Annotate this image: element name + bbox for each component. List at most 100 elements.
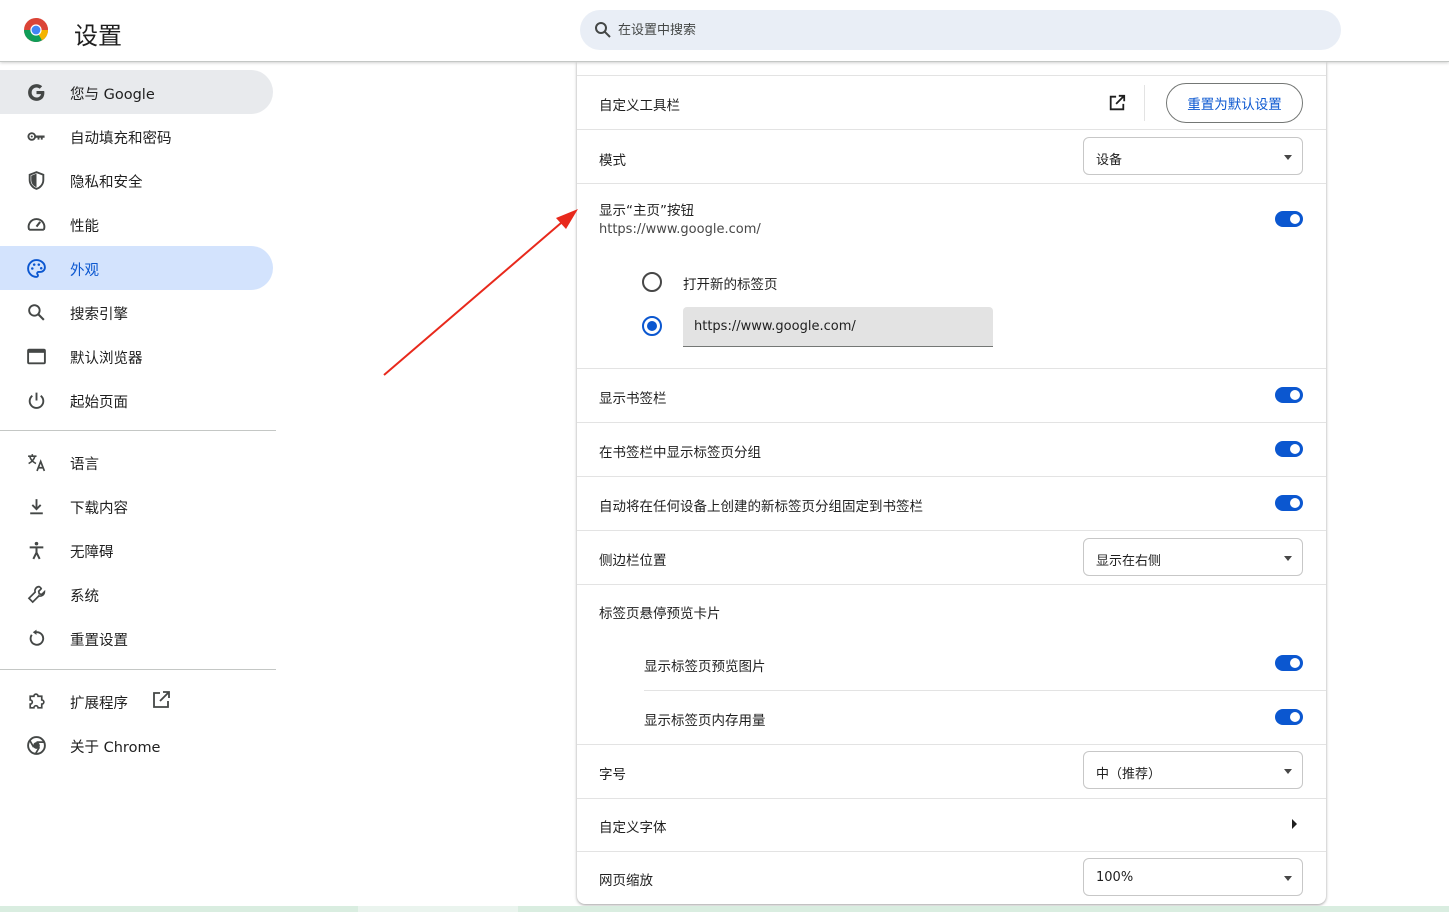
bottom-strip [0,906,1449,912]
key-icon [27,132,45,141]
search-input[interactable] [618,22,1298,38]
sidebar-item-label: 隐私和安全 [70,175,143,191]
sidebar-item-label: 起始页面 [70,395,128,411]
chevron-right-icon [1292,819,1297,829]
font-size-row: 字号 中（推荐） [577,745,1326,799]
reset-icon [29,629,45,646]
sidebar-item-label: 您与 Google [70,87,155,103]
tab-groups-bookmarks-row[interactable]: 在书签栏中显示标签页分组 [577,423,1326,477]
font-size-select-value: 中（推荐） [1096,767,1162,782]
hover-card-section: 标签页悬停预览卡片 显示标签页预览图片 显示标签页内存用量 [577,585,1326,745]
page-zoom-select[interactable]: 100% [1083,858,1303,896]
tab-groups-bookmarks-toggle[interactable] [1275,441,1303,457]
side-panel-select-value: 显示在右侧 [1096,554,1162,569]
sidebar-item-label: 扩展程序 [70,696,128,712]
bookmarks-bar-row[interactable]: 显示书签栏 [577,369,1326,423]
custom-fonts-label: 自定义字体 [599,820,667,836]
preview-image-label: 显示标签页预览图片 [644,659,766,675]
sidebar-item-on-startup[interactable]: 起始页面 [0,378,273,422]
hover-card-label: 标签页悬停预览卡片 [599,606,721,622]
chrome-icon [27,736,46,755]
auto-pin-tab-groups-row[interactable]: 自动将在任何设备上创建的新标签页分组固定到书签栏 [577,477,1326,531]
page-title: 设置 [74,22,122,50]
tab-groups-bookmarks-label: 在书签栏中显示标签页分组 [599,445,761,461]
open-in-new-icon [153,691,170,708]
sidebar: 您与 Google 自动填充和密码 隐私和安全 性能 外观 搜索引擎 默认浏览器… [0,62,276,912]
home-button-section: 显示“主页”按钮 https://www.google.com/ 打开新的标签页… [577,184,1326,368]
mode-label: 模式 [599,153,626,169]
sidebar-divider [0,430,276,431]
sidebar-item-performance[interactable]: 性能 [0,202,273,246]
customize-toolbar-label: 自定义工具栏 [599,98,680,114]
mode-row: 模式 设备 [577,130,1326,184]
row-divider [644,690,1326,691]
browser-window-icon [27,348,46,365]
sidebar-item-privacy[interactable]: 隐私和安全 [0,158,273,202]
caret-down-icon [1284,876,1292,881]
sidebar-item-label: 下载内容 [70,501,128,517]
chrome-logo-icon [23,18,48,43]
sidebar-item-appearance[interactable]: 外观 [0,246,273,290]
sidebar-item-search-engine[interactable]: 搜索引擎 [0,290,273,334]
sidebar-item-label: 外观 [70,263,99,279]
auto-pin-tab-groups-toggle[interactable] [1275,495,1303,511]
search-icon [595,22,611,38]
sidebar-item-reset[interactable]: 重置设置 [0,616,273,660]
font-size-select[interactable]: 中（推荐） [1083,751,1303,789]
sidebar-item-label: 性能 [70,219,99,235]
home-button-label: 显示“主页”按钮 [599,203,694,219]
caret-down-icon [1284,769,1292,774]
vertical-separator [1144,85,1145,121]
shield-icon [28,171,45,190]
search-icon [28,304,45,321]
appearance-settings-card: 自定义工具栏 重置为默认设置 模式 设备 显示“主页”按钮 https://ww… [577,62,1326,904]
new-tab-radio[interactable] [642,272,662,292]
speedometer-icon [27,218,46,231]
mode-select-value: 设备 [1096,153,1123,168]
sidebar-item-label: 无障碍 [70,545,114,561]
memory-usage-toggle[interactable] [1275,709,1303,725]
custom-fonts-row[interactable]: 自定义字体 [577,799,1326,851]
sidebar-divider [0,669,276,670]
sidebar-item-languages[interactable]: 语言 [0,440,273,484]
sidebar-item-autofill[interactable]: 自动填充和密码 [0,114,273,158]
download-icon [30,499,43,515]
bookmarks-bar-label: 显示书签栏 [599,391,667,407]
page-zoom-label: 网页缩放 [599,873,653,889]
side-panel-select[interactable]: 显示在右侧 [1083,538,1303,576]
customize-toolbar-row[interactable]: 自定义工具栏 重置为默认设置 [577,76,1326,130]
sidebar-item-label: 搜索引擎 [70,307,128,323]
sidebar-item-label: 默认浏览器 [70,351,143,367]
bookmarks-bar-toggle[interactable] [1275,387,1303,403]
sidebar-item-about-chrome[interactable]: 关于 Chrome [0,723,273,767]
custom-url-value: https://www.google.com/ [694,319,856,334]
open-in-new-icon[interactable] [1108,94,1126,112]
google-g-icon [28,84,45,101]
custom-url-radio[interactable] [642,316,662,336]
sidebar-item-label: 重置设置 [70,633,128,649]
sidebar-item-default-browser[interactable]: 默认浏览器 [0,334,273,378]
power-icon [28,392,45,409]
sidebar-item-label: 自动填充和密码 [70,131,172,147]
new-tab-option-label: 打开新的标签页 [683,277,778,293]
caret-down-icon [1284,556,1292,561]
sidebar-item-extensions[interactable]: 扩展程序 [0,679,273,723]
home-button-toggle[interactable] [1275,211,1303,227]
custom-url-input[interactable]: https://www.google.com/ [683,307,993,347]
page-zoom-row: 网页缩放 100% [577,852,1326,904]
sidebar-item-you-and-google[interactable]: 您与 Google [0,70,273,114]
puzzle-icon [29,693,45,709]
caret-down-icon [1284,155,1292,160]
sidebar-item-system[interactable]: 系统 [0,572,273,616]
sidebar-item-downloads[interactable]: 下载内容 [0,484,273,528]
preview-image-toggle[interactable] [1275,655,1303,671]
sidebar-item-accessibility[interactable]: 无障碍 [0,528,273,572]
reset-to-default-button[interactable]: 重置为默认设置 [1166,83,1303,123]
mode-select[interactable]: 设备 [1083,137,1303,175]
side-panel-label: 侧边栏位置 [599,553,667,569]
home-button-sublabel: https://www.google.com/ [599,222,761,237]
translate-icon [28,454,46,472]
wrench-icon [27,585,46,604]
settings-search-box[interactable] [580,10,1341,50]
side-panel-row: 侧边栏位置 显示在右侧 [577,531,1326,585]
